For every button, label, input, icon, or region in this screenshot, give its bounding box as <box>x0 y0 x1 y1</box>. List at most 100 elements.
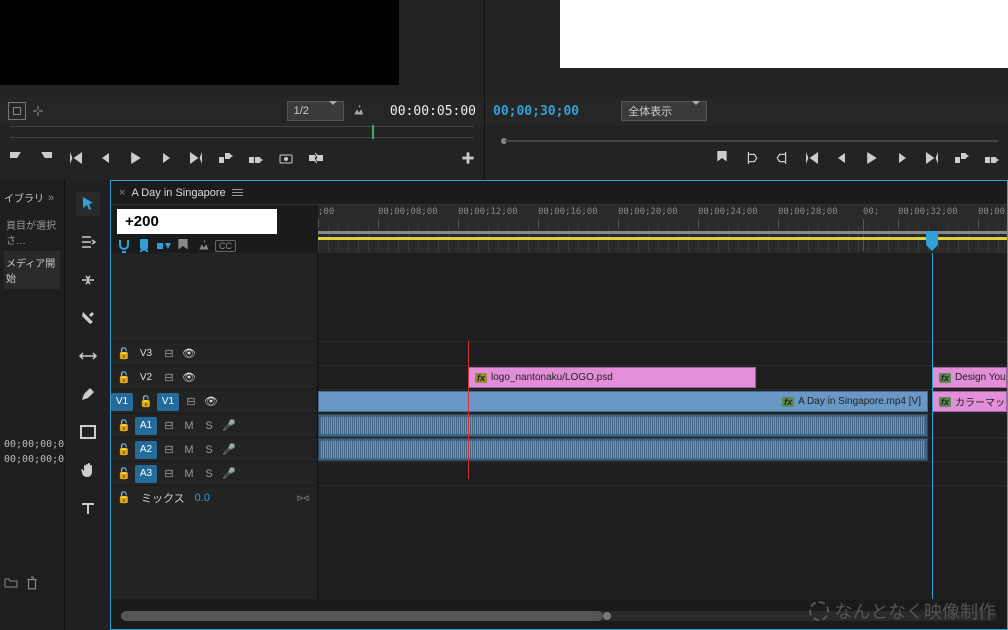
mark-in-icon[interactable] <box>8 150 24 166</box>
step-back-icon[interactable] <box>834 150 850 166</box>
program-transport <box>485 144 1008 172</box>
project-panel: イブラリ 頁目が選択さ… メディア開始 00;00;00;00 00;00;00… <box>0 180 65 630</box>
add-marker-icon[interactable] <box>714 150 730 166</box>
captions-icon[interactable]: CC <box>215 240 236 252</box>
mark-in-icon[interactable] <box>744 150 760 166</box>
step-fwd-icon[interactable] <box>158 150 174 166</box>
linked-selection-icon[interactable] <box>157 239 171 253</box>
settings-icon[interactable] <box>350 104 364 118</box>
timeline-panel: × A Day in Singapore CC ;0000;00;08;00 <box>110 180 1008 630</box>
step-back-icon[interactable] <box>98 150 114 166</box>
slip-tool-icon[interactable] <box>76 344 100 368</box>
source-monitor: 1/2 00:00:05:00 <box>0 0 485 180</box>
sync-lock-icon[interactable]: ⊟ <box>161 347 177 360</box>
add-button-icon[interactable] <box>460 150 476 166</box>
drag-handle-icon[interactable] <box>32 105 46 117</box>
snap-icon[interactable] <box>117 239 131 253</box>
source-preview[interactable] <box>0 0 399 85</box>
type-tool-icon[interactable] <box>76 496 100 520</box>
selection-info: 頁目が選択さ… <box>4 213 60 251</box>
selection-tool-icon[interactable] <box>76 192 100 216</box>
panel-tab-library[interactable]: イブラリ <box>4 186 60 209</box>
output-icon[interactable]: ▹◃ <box>295 491 311 504</box>
track-header-v3[interactable]: 🔓 V3 ⊟ 👁 <box>111 341 317 365</box>
source-patch-v1[interactable]: V1 <box>111 393 133 411</box>
overwrite-icon[interactable] <box>248 150 264 166</box>
clip-audio-a2[interactable] <box>318 438 928 461</box>
lock-icon[interactable]: 🔓 <box>117 347 131 360</box>
go-out-icon[interactable] <box>924 150 940 166</box>
source-transport <box>0 144 484 172</box>
track-header-a2[interactable]: 🔓A2 ⊟MS🎤 <box>111 437 317 461</box>
track-header-v2[interactable]: 🔓V2 ⊟👁 <box>111 365 317 389</box>
track-v3[interactable] <box>318 341 1007 365</box>
program-timecode[interactable]: 00;00;30;00 <box>493 104 579 119</box>
frame-view-icon[interactable] <box>8 102 26 120</box>
watermark: なんとなく映像制作 <box>809 598 996 624</box>
resolution-select[interactable]: 1/2 <box>287 101 344 121</box>
zoom-select[interactable]: 全体表示 <box>621 101 707 121</box>
playhead-line[interactable] <box>932 253 933 599</box>
lift-icon[interactable] <box>954 150 970 166</box>
source-timecode[interactable]: 00:00:05:00 <box>390 104 476 119</box>
track-headers: 🔓 V3 ⊟ 👁 🔓V2 ⊟👁 V1 🔓V1 ⊟👁 🔓A1 ⊟MS <box>111 253 318 599</box>
track-header-a3[interactable]: 🔓A3 ⊟MS🎤 <box>111 461 317 485</box>
source-scrub-bar[interactable] <box>10 126 474 138</box>
razor-tool-icon[interactable] <box>76 306 100 330</box>
track-header-v1[interactable]: V1 🔓V1 ⊟👁 <box>111 389 317 413</box>
clip-logo[interactable]: fx logo_nantonaku/LOGO.psd <box>468 367 756 388</box>
go-in-icon[interactable] <box>804 150 820 166</box>
scroll-thumb[interactable] <box>121 611 603 621</box>
watermark-logo-icon <box>809 601 829 621</box>
clip-design[interactable]: fx Design Yours <box>932 367 1007 388</box>
fx-badge-icon: fx <box>939 397 951 407</box>
playhead-handle[interactable] <box>926 231 938 245</box>
playhead-timecode-input[interactable] <box>117 209 277 234</box>
track-v1[interactable]: fx A Day in Singapore.mp4 [V] fx カラーマッ <box>318 389 1007 413</box>
hand-tool-icon[interactable] <box>76 458 100 482</box>
track-content-area[interactable]: fx logo_nantonaku/LOGO.psd fx Design You… <box>318 253 1007 599</box>
eye-icon[interactable]: 👁 <box>181 347 197 360</box>
go-in-icon[interactable] <box>68 150 84 166</box>
track-a2[interactable] <box>318 437 1007 461</box>
insert-icon[interactable] <box>218 150 234 166</box>
column-header[interactable]: メディア開始 <box>4 251 60 289</box>
timeline-ruler[interactable]: ;0000;00;08;0000;00;12;0000;00;16;0000;0… <box>318 205 1007 253</box>
mix-track-header[interactable]: 🔓ミックス 0.0 ▹◃ <box>111 485 317 509</box>
mark-out-icon[interactable] <box>774 150 790 166</box>
export-frame-icon[interactable] <box>278 150 294 166</box>
pen-tool-icon[interactable] <box>76 382 100 406</box>
sequence-tab[interactable]: A Day in Singapore <box>125 185 248 201</box>
track-select-tool-icon[interactable] <box>76 230 100 254</box>
fx-badge-icon: fx <box>475 373 487 383</box>
clip-main-video[interactable]: fx A Day in Singapore.mp4 [V] <box>318 391 928 412</box>
mark-out-icon[interactable] <box>38 150 54 166</box>
track-v2[interactable]: fx logo_nantonaku/LOGO.psd fx Design You… <box>318 365 1007 389</box>
ripple-edit-tool-icon[interactable] <box>76 268 100 292</box>
sequence-name: A Day in Singapore <box>131 187 225 199</box>
clip-colormat[interactable]: fx カラーマッ <box>932 391 1007 412</box>
play-icon[interactable] <box>128 150 144 166</box>
clip-audio-a1[interactable] <box>318 414 928 437</box>
go-out-icon[interactable] <box>188 150 204 166</box>
magnet-icon[interactable] <box>137 239 151 253</box>
program-scrub-bar[interactable] <box>495 126 998 138</box>
marker-icon[interactable] <box>177 239 189 253</box>
extract-icon[interactable] <box>984 150 1000 166</box>
play-icon[interactable] <box>864 150 880 166</box>
new-bin-icon[interactable] <box>4 576 18 590</box>
rectangle-tool-icon[interactable] <box>76 420 100 444</box>
comparison-icon[interactable] <box>308 150 324 166</box>
media-start-2: 00;00;00;00 <box>4 454 60 465</box>
trash-icon[interactable] <box>26 576 38 590</box>
fx-badge-icon: fx <box>782 397 794 407</box>
mix-value[interactable]: 0.0 <box>195 492 210 504</box>
step-fwd-icon[interactable] <box>894 150 910 166</box>
track-header-a1[interactable]: 🔓A1 ⊟MS 🎤 <box>111 413 317 437</box>
track-a3[interactable] <box>318 461 1007 485</box>
fx-badge-icon: fx <box>939 373 951 383</box>
tab-menu-icon[interactable] <box>232 189 243 196</box>
timeline-settings-icon[interactable] <box>195 239 209 253</box>
track-a1[interactable] <box>318 413 1007 437</box>
mic-icon[interactable]: 🎤 <box>221 419 237 432</box>
